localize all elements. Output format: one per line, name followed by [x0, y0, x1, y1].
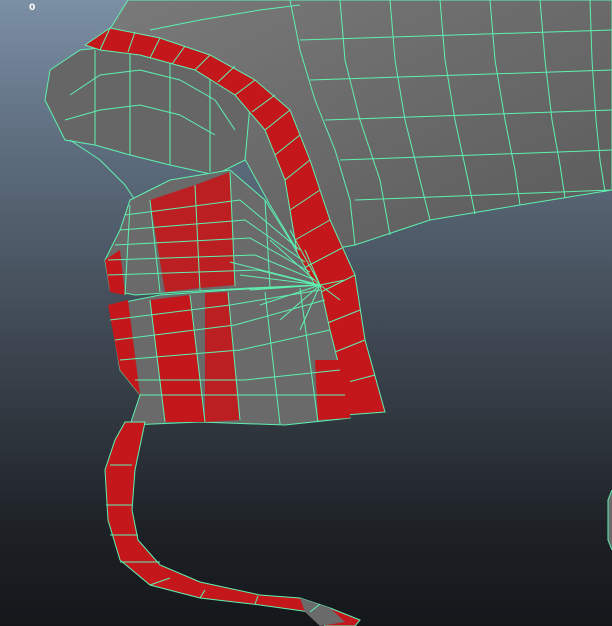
- neck-strip-mesh: [104, 421, 361, 626]
- lower-lip-mesh: [108, 284, 351, 426]
- adjacent-mesh-edge: [607, 489, 612, 551]
- polygon-mesh[interactable]: [0, 0, 612, 626]
- 3d-viewport[interactable]: 0: [0, 0, 612, 626]
- frame-counter: 0: [29, 3, 36, 13]
